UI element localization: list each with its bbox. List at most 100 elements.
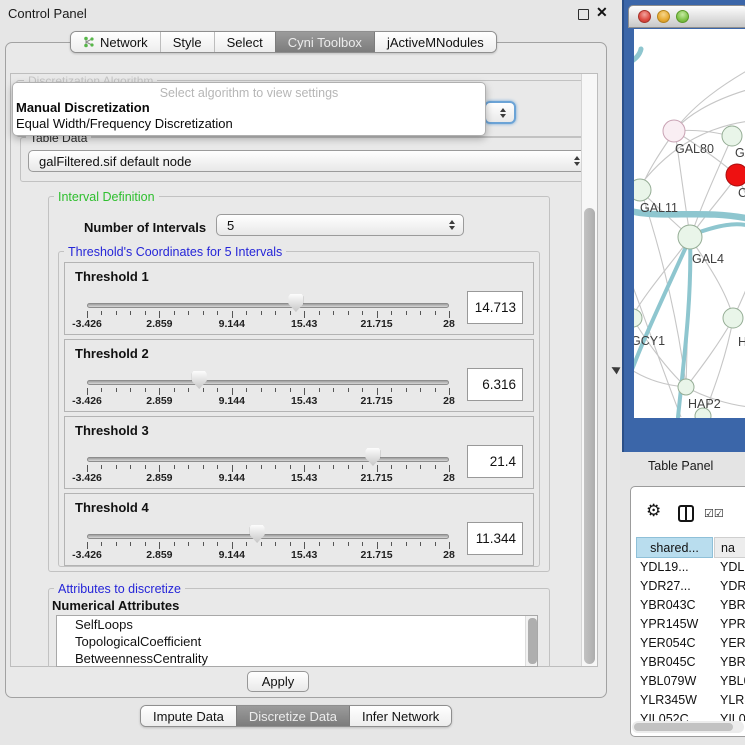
threshold-value-field[interactable]: 6.316 [467, 368, 523, 401]
slider-tick-labels: -3.4262.8599.14415.4321.71528 [87, 318, 449, 331]
tick-label: 2.859 [146, 472, 172, 484]
threshold-panel-2: Threshold 2-3.4262.8599.14415.4321.71528… [64, 339, 534, 412]
threshold-panel-1: Threshold 1-3.4262.8599.14415.4321.71528… [64, 262, 534, 335]
table-panel-title: Table Panel [648, 459, 713, 473]
table-data-combobox[interactable]: galFiltered.sif default node [28, 150, 589, 172]
table-row[interactable]: YBL079WYBL0 [636, 672, 745, 691]
tick-label: 15.43 [291, 472, 317, 484]
tick-label: 21.715 [361, 549, 393, 561]
tick-label: 21.715 [361, 395, 393, 407]
network-view-canvas[interactable]: GAL80GACGAL11GAL4GCY1HHAP2 [634, 29, 745, 418]
slider-thumb[interactable] [250, 525, 265, 543]
tick-label: 28 [443, 318, 455, 330]
tab-discretize-data[interactable]: Discretize Data [236, 706, 349, 726]
numerical-attributes-list[interactable]: SelfLoopsTopologicalCoefficientBetweenne… [56, 615, 538, 667]
algorithm-dropdown-popup: Select algorithm to view settings Manual… [12, 82, 486, 136]
slider-track[interactable] [87, 303, 449, 308]
threshold-value-field[interactable]: 14.713 [467, 291, 523, 324]
threshold-value-field[interactable]: 21.4 [467, 445, 523, 478]
number-of-intervals-combobox[interactable]: 5 [216, 214, 464, 236]
threshold-label: Threshold 3 [75, 423, 149, 438]
table-row[interactable]: YER054CYER0 [636, 634, 745, 653]
cell-name: YBL0 [720, 672, 745, 691]
network-node-ga[interactable] [722, 126, 742, 146]
slider-track[interactable] [87, 380, 449, 385]
table-data-value: galFiltered.sif default node [29, 154, 570, 169]
network-node-gal4[interactable] [678, 225, 702, 249]
tab-style[interactable]: Style [160, 32, 214, 52]
network-node-gcy1[interactable] [634, 309, 642, 327]
close-traffic-light[interactable] [638, 10, 651, 23]
columns-layout-icon[interactable] [678, 505, 694, 522]
table-row[interactable]: YBR043CYBR0 [636, 596, 745, 615]
table-row[interactable]: YBR045C YBR0 [636, 653, 745, 672]
table-row[interactable]: YIL052CYIL0 [636, 710, 745, 721]
zoom-traffic-light[interactable] [676, 10, 689, 23]
gear-icon[interactable]: ⚙ [646, 501, 661, 521]
network-node-c[interactable] [726, 164, 745, 186]
network-node-gal80[interactable] [663, 120, 685, 142]
network-node-hap2[interactable] [678, 379, 694, 395]
slider-thumb[interactable] [192, 371, 207, 389]
cell-name: YPR1 [720, 615, 745, 634]
tick-label: -3.426 [72, 395, 102, 407]
tab-impute-data[interactable]: Impute Data [141, 706, 236, 726]
attributes-group-title: Attributes to discretize [54, 582, 185, 596]
threshold-panel-4: Threshold 4-3.4262.8599.14415.4321.71528… [64, 493, 534, 566]
cell-name: YLR3 [720, 691, 745, 710]
table-row[interactable]: YDL19...YDL1 [636, 558, 745, 577]
panel-title: Control Panel [8, 6, 87, 21]
table-horizontal-scrollbar[interactable] [632, 721, 744, 733]
select-columns-checkboxes-icon[interactable]: ☑☑ [704, 507, 724, 520]
tab-network[interactable]: Network [71, 32, 160, 52]
column-header-shared-name[interactable]: shared... [636, 537, 713, 558]
node-attribute-table: shared... na YDL19...YDL1YDR27...YDR2YBR… [636, 537, 745, 721]
tab-cyni-toolbox[interactable]: Cyni Toolbox [275, 32, 374, 52]
table-row[interactable]: YDR27...YDR2 [636, 577, 745, 596]
cell-shared-name: YBR045C [640, 653, 712, 672]
dropdown-option-manual-discretization[interactable]: Manual Discretization [13, 100, 485, 116]
tick-label: 9.144 [219, 549, 245, 561]
attributes-list-scrollbar[interactable] [525, 616, 537, 666]
slider-thumb[interactable] [365, 448, 380, 466]
tick-label: 15.43 [291, 549, 317, 561]
tick-label: 2.859 [146, 318, 172, 330]
threshold-value-field[interactable]: 11.344 [467, 522, 523, 555]
cell-name: YBR0 [720, 653, 745, 672]
number-of-intervals-label: Number of Intervals [84, 220, 206, 235]
float-window-icon[interactable] [578, 9, 589, 20]
tab-select[interactable]: Select [214, 32, 275, 52]
attribute-item-selfloops[interactable]: SelfLoops [57, 616, 537, 633]
attribute-item-betweennesscentrality[interactable]: BetweennessCentrality [57, 650, 537, 667]
slider-thumb[interactable] [288, 294, 303, 312]
cell-shared-name: YPR145W [640, 615, 712, 634]
tick-label: 21.715 [361, 318, 393, 330]
apply-button[interactable]: Apply [247, 671, 309, 692]
algorithm-combobox[interactable] [484, 101, 516, 124]
table-row[interactable]: YPR145W YPR1 [636, 615, 745, 634]
column-header-name[interactable]: na [714, 537, 745, 558]
tick-label: 21.715 [361, 472, 393, 484]
minimize-traffic-light[interactable] [657, 10, 670, 23]
close-icon[interactable]: ✕ [596, 4, 608, 21]
node-label-c: C [738, 186, 745, 200]
tab-jactivemnodules[interactable]: jActiveMNodules [374, 32, 496, 52]
panel-vertical-scrollbar[interactable] [581, 74, 597, 666]
slider-track[interactable] [87, 457, 449, 462]
slider-tick-labels: -3.4262.8599.14415.4321.71528 [87, 472, 449, 485]
attribute-item-topologicalcoefficient[interactable]: TopologicalCoefficient [57, 633, 537, 650]
tab-infer-network[interactable]: Infer Network [349, 706, 451, 726]
slider-ticks [87, 311, 449, 318]
numerical-attributes-label: Numerical Attributes [52, 598, 179, 613]
tick-label: 28 [443, 472, 455, 484]
tick-label: 9.144 [219, 318, 245, 330]
slider-track[interactable] [87, 534, 449, 539]
table-row[interactable]: YLR345WYLR3 [636, 691, 745, 710]
slider-tick-labels: -3.4262.8599.14415.4321.71528 [87, 549, 449, 562]
tick-label: 15.43 [291, 318, 317, 330]
number-of-intervals-value: 5 [217, 218, 445, 233]
network-node-h[interactable] [723, 308, 743, 328]
dropdown-option-equal-width-frequency-discretization[interactable]: Equal Width/Frequency Discretization [13, 116, 485, 132]
network-node-gal11[interactable] [634, 179, 651, 201]
tick-label: 9.144 [219, 395, 245, 407]
